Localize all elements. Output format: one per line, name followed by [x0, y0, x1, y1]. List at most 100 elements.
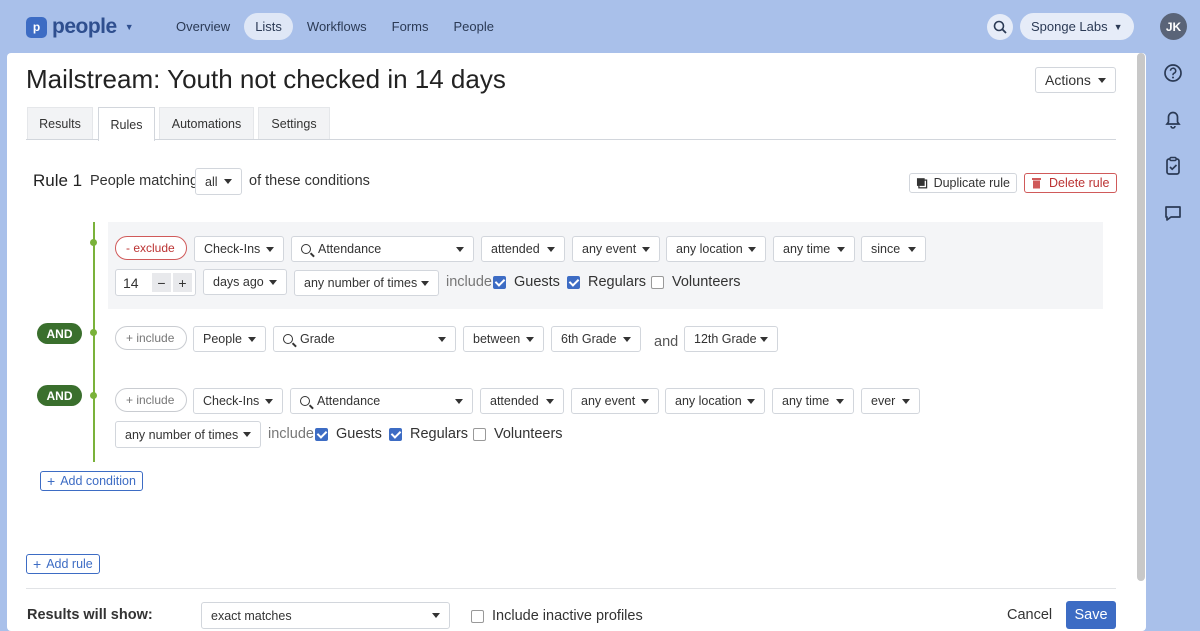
include-inactive-checkbox[interactable]: [471, 610, 484, 623]
nav-item-overview[interactable]: Overview: [165, 13, 241, 40]
event-dropdown[interactable]: any event: [572, 236, 660, 262]
and-badge[interactable]: AND: [37, 323, 82, 344]
add-rule-button[interactable]: + Add rule: [26, 554, 100, 574]
field-select[interactable]: Grade: [273, 326, 456, 352]
operator-dropdown[interactable]: attended: [480, 388, 564, 414]
source-value: Check-Ins: [204, 242, 261, 256]
caret-down-icon: [1098, 77, 1106, 83]
matching-dropdown[interactable]: all: [195, 168, 242, 195]
operator-dropdown[interactable]: attended: [481, 236, 565, 262]
include-toggle[interactable]: + include: [115, 326, 187, 350]
times-value: any number of times: [304, 276, 418, 290]
exclude-toggle[interactable]: - exclude: [115, 236, 187, 260]
time-value: any time: [783, 242, 831, 256]
minus-icon[interactable]: −: [152, 273, 171, 292]
source-dropdown[interactable]: Check-Ins: [193, 388, 283, 414]
nav-item-lists[interactable]: Lists: [244, 13, 293, 40]
caret-down-icon: [760, 336, 768, 342]
guests-checkbox[interactable]: [493, 276, 506, 289]
and-badge[interactable]: AND: [37, 385, 82, 406]
top-navigation-bar: p people ▼ Overview Lists Workflows Form…: [0, 0, 1200, 53]
since-dropdown[interactable]: ever: [861, 388, 920, 414]
search-icon: [300, 396, 310, 406]
source-value: People: [203, 332, 242, 346]
results-label: Results will show:: [27, 607, 153, 623]
volunteers-checkbox[interactable]: [473, 428, 486, 441]
times-dropdown[interactable]: any number of times: [115, 421, 261, 448]
connector-dot: [90, 392, 97, 399]
volunteers-checkbox[interactable]: [651, 276, 664, 289]
regulars-checkbox[interactable]: [389, 428, 402, 441]
chevron-down-icon[interactable]: ▼: [125, 22, 134, 32]
cancel-button[interactable]: Cancel: [1007, 607, 1052, 623]
caret-down-icon: [623, 336, 631, 342]
add-condition-button[interactable]: + Add condition: [40, 471, 143, 491]
unit-dropdown[interactable]: days ago: [203, 269, 287, 295]
duplicate-rule-label: Duplicate rule: [933, 176, 1010, 190]
chevron-down-icon: ▼: [1113, 21, 1123, 32]
app-logo[interactable]: p people ▼: [26, 15, 134, 39]
nav-item-people[interactable]: People: [442, 13, 504, 40]
caret-down-icon: [908, 246, 916, 252]
results-dropdown[interactable]: exact matches: [201, 602, 450, 629]
chat-icon[interactable]: [1162, 202, 1184, 224]
plus-icon: +: [47, 473, 56, 489]
include-toggle[interactable]: + include: [115, 388, 187, 412]
plus-icon[interactable]: +: [173, 273, 192, 292]
time-dropdown[interactable]: any time: [773, 236, 855, 262]
field-select[interactable]: Attendance: [290, 388, 473, 414]
save-button[interactable]: Save: [1066, 601, 1116, 629]
include-label: include: [446, 274, 492, 290]
org-name: Sponge Labs: [1031, 19, 1108, 34]
nav-item-workflows[interactable]: Workflows: [296, 13, 378, 40]
location-dropdown[interactable]: any location: [665, 388, 765, 414]
to-grade-dropdown[interactable]: 12th Grade: [684, 326, 778, 352]
tab-rules[interactable]: Rules: [98, 107, 155, 141]
source-dropdown[interactable]: Check-Ins: [194, 236, 284, 262]
tab-results[interactable]: Results: [27, 107, 93, 140]
event-dropdown[interactable]: any event: [571, 388, 659, 414]
matching-value: all: [205, 174, 218, 189]
regulars-label: Regulars: [410, 426, 469, 442]
guests-checkbox[interactable]: [315, 428, 328, 441]
caret-down-icon: [837, 246, 845, 252]
connector-dot: [90, 329, 97, 336]
clipboard-check-icon[interactable]: [1162, 155, 1184, 177]
condition-connector-line: [93, 222, 95, 462]
tab-settings[interactable]: Settings: [258, 107, 330, 140]
add-rule-label: Add rule: [46, 557, 93, 571]
nav-item-forms[interactable]: Forms: [381, 13, 440, 40]
regulars-checkbox[interactable]: [567, 276, 580, 289]
actions-dropdown[interactable]: Actions: [1035, 67, 1116, 93]
location-dropdown[interactable]: any location: [666, 236, 766, 262]
avatar[interactable]: JK: [1160, 13, 1187, 40]
location-value: any location: [675, 394, 742, 408]
duplicate-rule-button[interactable]: Duplicate rule: [909, 173, 1017, 193]
search-icon: [301, 244, 311, 254]
field-select[interactable]: Attendance: [291, 236, 474, 262]
source-dropdown[interactable]: People: [193, 326, 266, 352]
caret-down-icon: [546, 398, 554, 404]
from-grade-dropdown[interactable]: 6th Grade: [551, 326, 641, 352]
since-dropdown[interactable]: since: [861, 236, 926, 262]
unit-value: days ago: [213, 275, 264, 289]
caret-down-icon: [243, 432, 251, 437]
delete-rule-button[interactable]: Delete rule: [1024, 173, 1117, 193]
caret-down-icon: [438, 336, 446, 342]
caret-down-icon: [642, 246, 650, 252]
search-button[interactable]: [987, 14, 1013, 40]
source-value: Check-Ins: [203, 394, 260, 408]
amount-stepper[interactable]: 14 − +: [115, 269, 196, 296]
caret-down-icon: [456, 246, 464, 252]
times-dropdown[interactable]: any number of times: [294, 270, 439, 296]
scrollbar[interactable]: [1137, 53, 1145, 581]
tab-automations[interactable]: Automations: [159, 107, 254, 140]
caret-down-icon: [224, 179, 232, 184]
time-dropdown[interactable]: any time: [772, 388, 854, 414]
org-switcher[interactable]: Sponge Labs ▼: [1020, 13, 1134, 40]
help-icon[interactable]: [1162, 62, 1184, 84]
operator-dropdown[interactable]: between: [463, 326, 544, 352]
caret-down-icon: [747, 398, 755, 404]
bell-icon[interactable]: [1162, 108, 1184, 130]
field-value: Attendance: [317, 394, 381, 408]
